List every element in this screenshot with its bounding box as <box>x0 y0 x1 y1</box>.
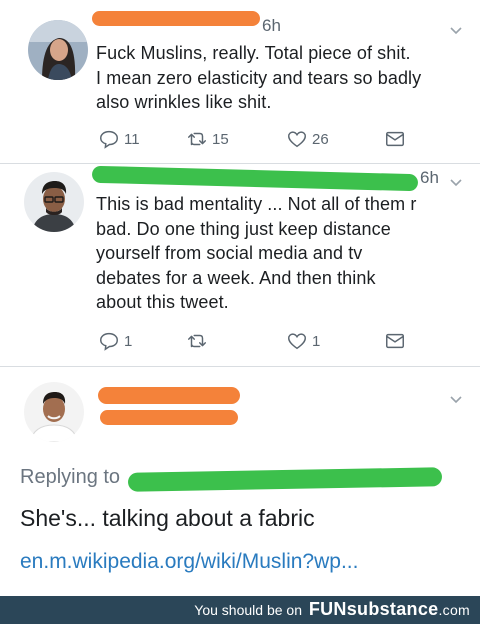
redacted-username <box>92 11 260 26</box>
tweet-actions: 1 1 <box>96 328 416 354</box>
avatar-photo <box>24 172 84 232</box>
avatar-photo <box>24 382 84 442</box>
reply-text: She's... talking about a fabric <box>20 505 315 531</box>
envelope-icon <box>386 333 404 349</box>
like-count: 26 <box>312 130 329 148</box>
retweet-button[interactable] <box>186 328 212 354</box>
retweet-icon <box>188 334 206 348</box>
reply-count: 1 <box>124 332 133 350</box>
tweet-1: 6h Fuck Muslins, really. Total piece of … <box>0 0 480 160</box>
retweet-icon <box>188 132 206 146</box>
heart-icon <box>288 333 306 350</box>
tweet-time: 6h <box>262 16 281 35</box>
brand-domain: .com <box>438 602 470 618</box>
tweet-text: This is bad mentality ... Not all of the… <box>96 192 416 315</box>
envelope-icon <box>386 131 404 147</box>
wikipedia-link[interactable]: en.m.wikipedia.org/wiki/Muslin?wp... <box>20 550 358 574</box>
watermark-brand: FUNsubstance.com <box>309 599 470 620</box>
tweet-text-line: also wrinkles like shit. <box>96 92 272 112</box>
chevron-down-icon[interactable] <box>448 22 464 38</box>
reply-count: 11 <box>124 130 140 148</box>
tweet-text-line: Fuck Muslins, really. Total piece of shi… <box>96 43 411 63</box>
avatar-photo <box>28 20 88 80</box>
tweet-text-line: This is bad mentality ... Not all of the… <box>96 194 417 214</box>
tweet-text-line: about this tweet. <box>96 292 229 312</box>
brand-sub: substance <box>346 599 439 619</box>
tweet-text: Fuck Muslins, really. Total piece of shi… <box>96 41 421 115</box>
heart-icon <box>288 131 306 148</box>
replying-to: Replying to <box>20 466 120 489</box>
dm-button[interactable] <box>384 328 406 354</box>
tweet-actions: 11 15 26 <box>96 126 416 152</box>
like-button[interactable]: 26 <box>286 126 329 152</box>
tweet-text-line: debates for a week. And then think <box>96 267 376 288</box>
like-button[interactable]: 1 <box>286 328 320 354</box>
redacted-handle <box>100 410 238 425</box>
watermark-label: You should be on <box>194 602 302 618</box>
avatar[interactable] <box>24 382 84 442</box>
chevron-down-icon[interactable] <box>448 391 464 407</box>
dm-button[interactable] <box>384 126 406 152</box>
reply-icon <box>100 130 118 149</box>
reply-icon <box>100 332 118 351</box>
reply-button[interactable]: 1 <box>98 328 132 354</box>
retweet-count: 15 <box>212 130 229 148</box>
watermark-banner: You should be on FUNsubstance.com <box>0 596 480 624</box>
tweet-2: 6h This is bad mentality ... Not all of … <box>0 164 480 360</box>
like-count: 1 <box>312 332 321 350</box>
tweet-text-line: yourself from social media and tv <box>96 243 363 263</box>
tweet-time: 6h <box>420 168 439 187</box>
redacted-name <box>98 387 240 404</box>
replying-to-label: Replying to <box>20 466 121 488</box>
chevron-down-icon[interactable] <box>448 174 464 190</box>
brand-fun: FUN <box>308 599 347 619</box>
avatar[interactable] <box>28 20 88 80</box>
tweet-text-line: I mean zero elasticity and tears so badl… <box>96 67 422 88</box>
avatar[interactable] <box>24 172 84 232</box>
redacted-username <box>91 165 419 192</box>
tweet-text-line: bad. Do one thing just keep distance <box>96 218 391 239</box>
retweet-button[interactable]: 15 <box>186 126 229 152</box>
reply-button[interactable]: 11 <box>98 126 140 152</box>
